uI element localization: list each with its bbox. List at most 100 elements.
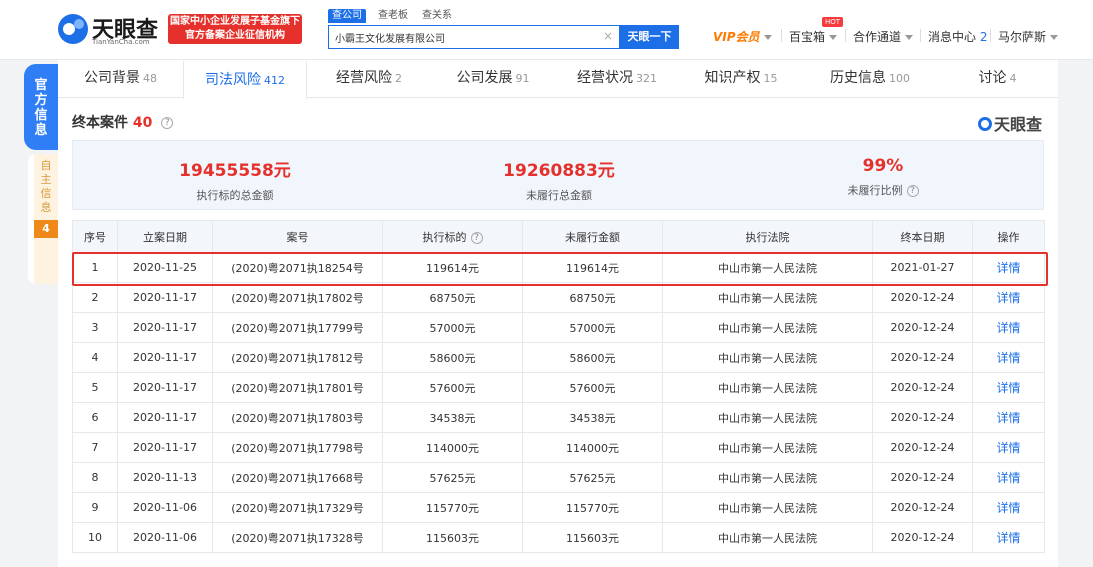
cell-execution-target: 114000元 (382, 432, 523, 463)
tab-count: 91 (515, 72, 530, 85)
cell-filing-date: 2020-11-17 (117, 432, 213, 463)
cell-court: 中山市第一人民法院 (662, 312, 873, 343)
search-tab-relation[interactable]: 查关系 (422, 9, 452, 23)
table-row: 8 2020-11-13 (2020)粤2071执17668号 57625元 57625… (72, 462, 1045, 493)
cell-final-date: 2020-12-24 (872, 372, 973, 403)
tab-count: 48 (143, 72, 157, 85)
tab-company-background[interactable]: 公司背景 48 (58, 60, 183, 98)
table-row: 5 2020-11-17 (2020)粤2071执17801号 57600元 57600… (72, 372, 1045, 403)
tab-label: 讨论 (978, 70, 1007, 86)
cell-case-number: (2020)粤2071执17812号 (212, 342, 383, 373)
summary-total-amount: 19455558元 执行标的总金额 (73, 141, 397, 203)
cell-index: 10 (72, 522, 118, 553)
cell-court: 中山市第一人民法院 (662, 372, 873, 403)
cell-unfulfilled-amount: 57625元 (522, 462, 663, 493)
table-row: 10 2020-11-06 (2020)粤2071执17328号 115603元 115… (72, 522, 1045, 553)
cell-final-date: 2020-12-24 (872, 342, 973, 373)
header-execution-target: 执行标的? (382, 220, 523, 253)
tab-company-development[interactable]: 公司发展 91 (431, 60, 555, 98)
help-icon[interactable]: ? (470, 231, 483, 244)
cell-index: 4 (72, 342, 118, 373)
header-unfulfilled-amount: 未履行金额 (522, 220, 663, 253)
sidebar-official-label: 官方信息 (34, 78, 48, 138)
divider (920, 29, 921, 42)
help-icon[interactable]: ? (161, 117, 174, 129)
cell-unfulfilled-amount: 115603元 (522, 522, 663, 553)
cell-filing-date: 2020-11-06 (117, 522, 213, 553)
cell-unfulfilled-amount: 68750元 (522, 282, 663, 313)
cell-case-number: (2020)粤2071执17668号 (212, 462, 383, 493)
table-row: 2 2020-11-17 (2020)粤2071执17802号 68750元 68750… (72, 282, 1045, 313)
details-link[interactable]: 详情 (972, 462, 1045, 493)
search-input[interactable]: 小霸王文化发展有限公司 × (328, 25, 620, 49)
tab-label: 知识产权 (704, 70, 761, 86)
table-row: 4 2020-11-17 (2020)粤2071执17812号 58600元 58600… (72, 342, 1045, 373)
tab-judicial-risk[interactable]: 司法风险 412 (183, 60, 307, 99)
channel-menu[interactable]: 合作通道 (853, 28, 914, 45)
cell-index: 6 (72, 402, 118, 433)
cell-case-number: (2020)粤2071执17328号 (212, 522, 383, 553)
vip-menu[interactable]: VIP会员 (713, 28, 772, 45)
cell-execution-target: 57600元 (382, 372, 523, 403)
cell-final-date: 2020-12-24 (872, 402, 973, 433)
cell-case-number: (2020)粤2071执17799号 (212, 312, 383, 343)
details-link[interactable]: 详情 (972, 522, 1045, 553)
tab-count: 412 (264, 74, 285, 87)
messages-link[interactable]: 消息中心 2 (928, 28, 987, 45)
table-row: 6 2020-11-17 (2020)粤2071执17803号 34538元 34538… (72, 402, 1045, 433)
details-link[interactable]: 详情 (972, 492, 1045, 523)
cell-court: 中山市第一人民法院 (662, 492, 873, 523)
cell-filing-date: 2020-11-17 (117, 402, 213, 433)
details-link[interactable]: 详情 (972, 432, 1045, 463)
cell-court: 中山市第一人民法院 (662, 522, 873, 553)
tianyancha-logo[interactable]: 天眼查 TianYanCha.com (58, 10, 158, 50)
cell-filing-date: 2020-11-17 (117, 312, 213, 343)
details-link[interactable]: 详情 (972, 372, 1045, 403)
cell-final-date: 2020-12-24 (872, 462, 973, 493)
cell-index: 7 (72, 432, 118, 463)
tab-operating-status[interactable]: 经营状况 321 (555, 60, 679, 98)
tab-count: 321 (636, 72, 657, 85)
sidebar-self-info[interactable]: 自主信息 4 (28, 154, 58, 284)
tab-label: 历史信息 (830, 70, 886, 86)
cell-unfulfilled-amount: 34538元 (522, 402, 663, 433)
search-value: 小霸王文化发展有限公司 (335, 34, 445, 45)
top-header: 天眼查 TianYanCha.com 国家中小企业发展子基金旗下 官方备案企业征… (0, 0, 1093, 60)
search-button[interactable]: 天眼一下 (620, 25, 679, 49)
search-tab-company[interactable]: 查公司 (328, 9, 366, 23)
cell-unfulfilled-amount: 115770元 (522, 492, 663, 523)
details-link[interactable]: 详情 (972, 312, 1045, 343)
cell-unfulfilled-amount: 57000元 (522, 312, 663, 343)
user-name: 马尔萨斯 (998, 30, 1047, 44)
treasure-menu[interactable]: 百宝箱 (789, 28, 838, 45)
cell-execution-target: 68750元 (382, 282, 523, 313)
tab-history[interactable]: 历史信息 100 (803, 60, 937, 98)
header-label: 执行标的 (422, 230, 467, 244)
cell-index: 9 (72, 492, 118, 523)
help-icon[interactable]: ? (906, 185, 919, 197)
clear-icon[interactable]: × (603, 29, 613, 43)
header-court: 执行法院 (662, 220, 873, 253)
official-badge: 国家中小企业发展子基金旗下 官方备案企业征信机构 (168, 14, 302, 44)
table-header-row: 序号 立案日期 案号 执行标的? 未履行金额 执行法院 终本日期 操作 (72, 220, 1045, 253)
sidebar-official-info[interactable]: 官方信息 (24, 64, 58, 150)
cell-execution-target: 115770元 (382, 492, 523, 523)
highlight-box (72, 252, 1048, 286)
details-link[interactable]: 详情 (972, 282, 1045, 313)
details-link[interactable]: 详情 (972, 342, 1045, 373)
tab-count: 15 (763, 72, 778, 85)
user-menu[interactable]: 马尔萨斯 (998, 28, 1059, 45)
tab-label: 公司发展 (456, 70, 513, 86)
summary-label-text: 未履行比例 (847, 184, 903, 197)
tab-business-risk[interactable]: 经营风险 2 (307, 60, 431, 98)
messages-count: 2 (979, 30, 988, 44)
cell-execution-target: 57625元 (382, 462, 523, 493)
table-row: 3 2020-11-17 (2020)粤2071执17799号 57000元 57000… (72, 312, 1045, 343)
search-tab-boss[interactable]: 查老板 (378, 9, 408, 23)
logo-icon (977, 117, 992, 131)
tab-discussion[interactable]: 讨论 4 (937, 60, 1058, 98)
details-link[interactable]: 详情 (972, 402, 1045, 433)
cell-court: 中山市第一人民法院 (662, 462, 873, 493)
tab-intellectual-property[interactable]: 知识产权 15 (679, 60, 803, 98)
tab-count: 4 (1009, 72, 1017, 85)
